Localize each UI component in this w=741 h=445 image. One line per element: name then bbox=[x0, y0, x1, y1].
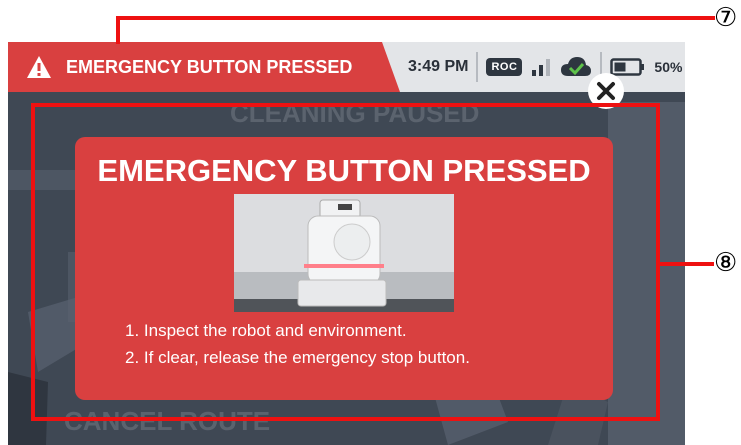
callout-line-7 bbox=[116, 16, 120, 44]
callout-box-8 bbox=[31, 103, 660, 421]
clock-time: 3:49 PM bbox=[408, 58, 469, 75]
emergency-alert-banner: EMERGENCY BUTTON PRESSED bbox=[8, 42, 400, 92]
callout-label-8: ⑧ bbox=[714, 248, 738, 278]
signal-icon bbox=[532, 58, 551, 76]
callout-line-8 bbox=[660, 262, 714, 266]
warning-icon bbox=[27, 56, 51, 78]
alert-text: EMERGENCY BUTTON PRESSED bbox=[66, 56, 353, 77]
status-indicators: 3:49 PM ROC 50% bbox=[400, 42, 685, 92]
callout-line-7 bbox=[116, 16, 715, 20]
status-bar: EMERGENCY BUTTON PRESSED 3:49 PM ROC 50% bbox=[8, 42, 685, 92]
battery-percent: 50% bbox=[654, 59, 683, 75]
callout-label-7: ⑦ bbox=[714, 3, 738, 33]
network-badge: ROC bbox=[486, 58, 523, 76]
divider bbox=[476, 52, 479, 82]
